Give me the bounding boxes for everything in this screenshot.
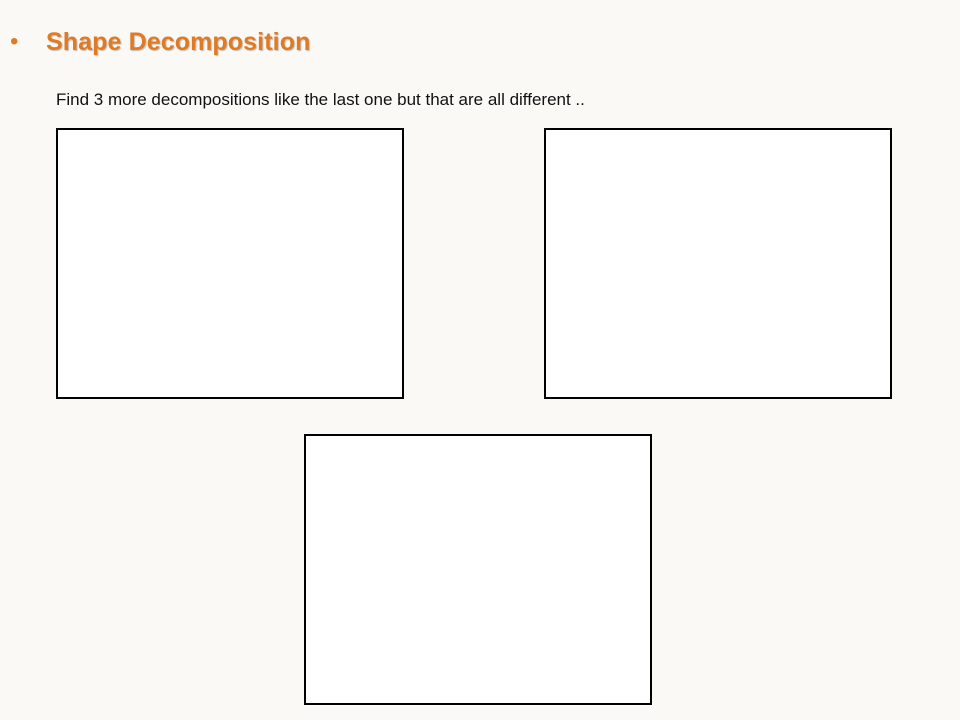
answer-box-3[interactable] bbox=[304, 434, 652, 705]
slide: • Shape Decomposition Find 3 more decomp… bbox=[0, 0, 960, 720]
title-row: • Shape Decomposition bbox=[8, 24, 310, 60]
answer-box-1[interactable] bbox=[56, 128, 404, 399]
slide-title: Shape Decomposition bbox=[46, 27, 311, 56]
answer-box-2[interactable] bbox=[544, 128, 892, 399]
instruction-text: Find 3 more decompositions like the last… bbox=[56, 90, 585, 109]
bullet-icon: • bbox=[10, 28, 19, 55]
